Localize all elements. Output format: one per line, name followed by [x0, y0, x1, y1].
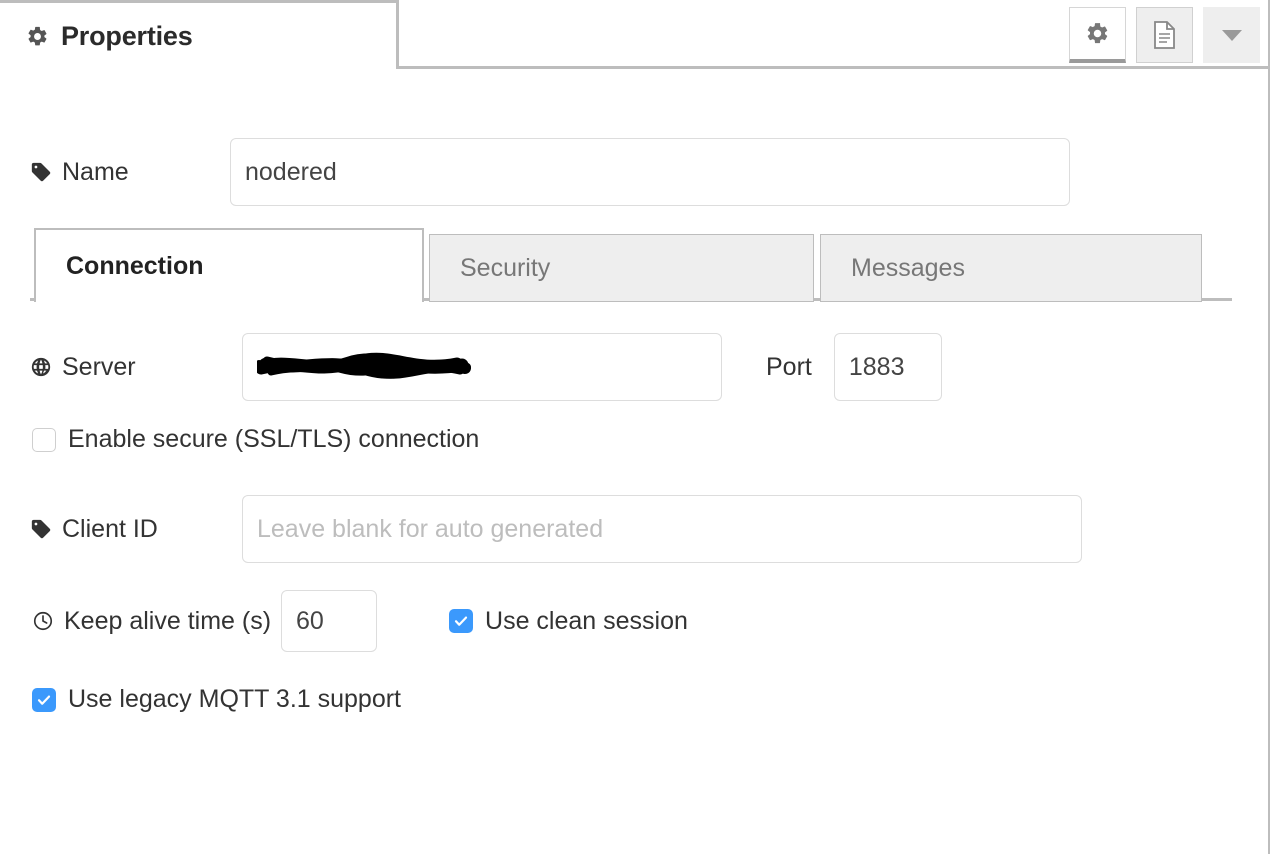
server-input[interactable] — [242, 333, 722, 401]
gear-icon — [26, 25, 49, 48]
tag-icon — [30, 161, 52, 183]
description-button[interactable] — [1136, 7, 1193, 63]
keep-alive-label: Keep alive time (s) — [64, 606, 272, 635]
client-id-input[interactable] — [242, 495, 1082, 563]
ssl-checkbox[interactable] — [32, 427, 56, 452]
name-row: Name — [30, 138, 1070, 206]
client-id-label: Client ID — [62, 514, 158, 543]
tab-properties[interactable]: Properties — [0, 0, 399, 69]
keep-alive-row: Keep alive time (s) Use clean session — [32, 590, 688, 652]
config-form: Name Connection Security Messages — [0, 70, 1268, 854]
settings-tab-bar: Connection Security Messages — [30, 228, 1232, 302]
server-row: Server Port — [30, 333, 942, 401]
tab-messages[interactable]: Messages — [820, 234, 1202, 302]
server-label-group: Server — [30, 353, 242, 382]
legacy-mqtt-row: Use legacy MQTT 3.1 support — [32, 685, 401, 714]
clean-session-label: Use clean session — [485, 606, 688, 635]
panel-header: Properties — [0, 0, 1268, 70]
tab-connection[interactable]: Connection — [34, 228, 424, 302]
legacy-mqtt-checkbox[interactable] — [32, 687, 56, 712]
client-id-label-group: Client ID — [30, 515, 242, 544]
tab-messages-label: Messages — [851, 253, 965, 282]
tab-security-label: Security — [460, 253, 551, 282]
panel-title: Properties — [61, 20, 193, 51]
name-label: Name — [62, 157, 129, 186]
globe-icon — [30, 356, 52, 378]
tag-icon — [30, 518, 52, 540]
gear-icon — [1085, 21, 1110, 46]
mqtt-broker-config-panel: Properties Name nodered Connection Secur… — [0, 0, 1276, 854]
name-label-group: Name — [30, 158, 230, 187]
tab-security[interactable]: Security — [429, 234, 814, 302]
redacted-value-mark — [257, 352, 471, 379]
clean-session-checkbox[interactable] — [449, 609, 474, 633]
server-label: Server — [62, 352, 136, 381]
header-divider — [396, 66, 1268, 69]
name-input[interactable] — [230, 138, 1070, 206]
panel-right-border — [1268, 0, 1270, 854]
legacy-mqtt-label: Use legacy MQTT 3.1 support — [68, 685, 402, 713]
keep-alive-input[interactable] — [281, 590, 378, 652]
port-label: Port — [766, 352, 812, 381]
client-id-row: Client ID — [30, 495, 1082, 563]
document-icon — [1152, 20, 1178, 50]
keep-alive-label-group: Keep alive time (s) — [32, 607, 271, 636]
ssl-row: Enable secure (SSL/TLS) connection — [32, 425, 479, 454]
port-input[interactable] — [833, 333, 942, 401]
clean-session-group: Use clean session — [449, 607, 688, 636]
ssl-label: Enable secure (SSL/TLS) connection — [68, 425, 480, 453]
clock-icon — [32, 610, 54, 632]
more-options-button[interactable] — [1203, 7, 1260, 63]
header-button-group — [1059, 7, 1260, 63]
chevron-down-icon — [1221, 28, 1243, 42]
tab-connection-label: Connection — [66, 251, 204, 280]
properties-button[interactable] — [1069, 7, 1126, 63]
